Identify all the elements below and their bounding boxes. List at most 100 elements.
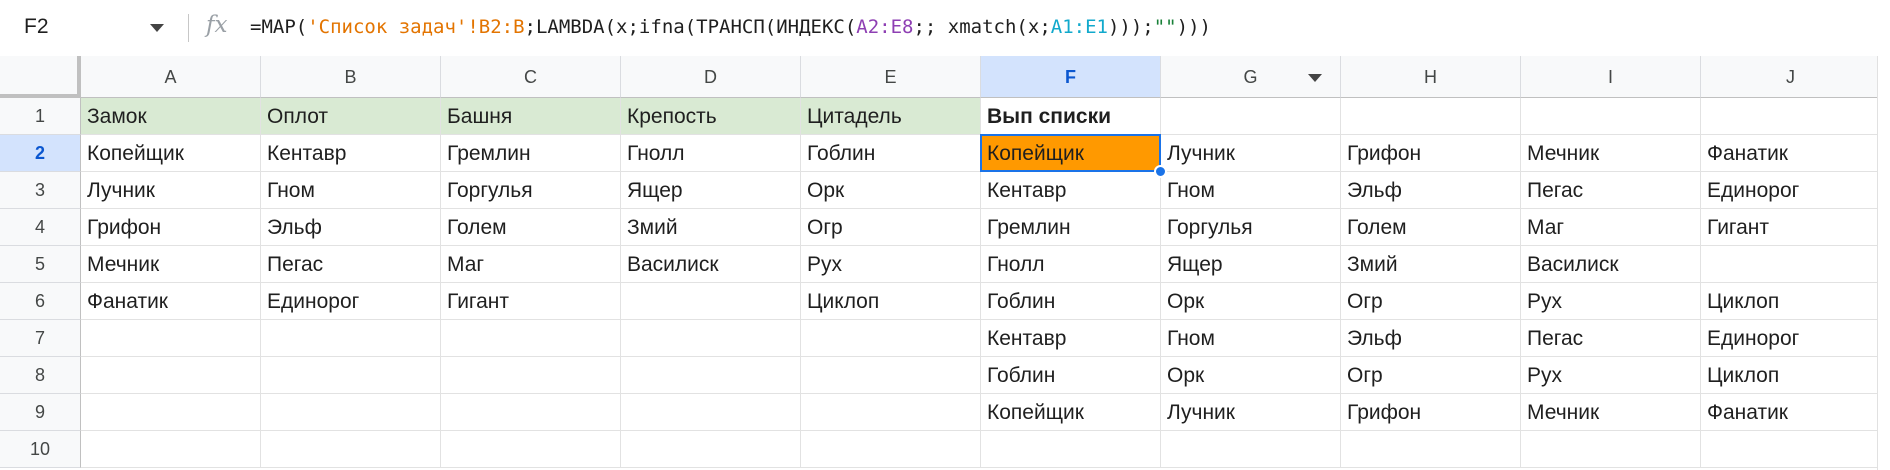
cell-j8[interactable]: Циклоп	[1701, 357, 1881, 394]
cell-a3[interactable]: Лучник	[81, 172, 261, 209]
cell-h1[interactable]	[1341, 98, 1521, 135]
cell-e6[interactable]: Циклоп	[801, 283, 981, 320]
cell-e2[interactable]: Гоблин	[801, 135, 981, 172]
cell-d4[interactable]: Змий	[621, 209, 801, 246]
cell-b9[interactable]	[261, 394, 441, 431]
cell-h6[interactable]: Огр	[1341, 283, 1521, 320]
cell-g7[interactable]: Гном	[1161, 320, 1341, 357]
cell-h9[interactable]: Грифон	[1341, 394, 1521, 431]
cell-j5[interactable]	[1701, 246, 1881, 283]
cell-b7[interactable]	[261, 320, 441, 357]
row-header-3[interactable]: 3	[0, 172, 81, 209]
cell-f4[interactable]: Гремлин	[981, 209, 1161, 246]
cell-a4[interactable]: Грифон	[81, 209, 261, 246]
cell-e5[interactable]: Рух	[801, 246, 981, 283]
cell-j3[interactable]: Единорог	[1701, 172, 1881, 209]
cell-b1[interactable]: Оплот	[261, 98, 441, 135]
row-header-4[interactable]: 4	[0, 209, 81, 246]
row-header-9[interactable]: 9	[0, 394, 81, 431]
column-header-b[interactable]: B	[261, 56, 441, 98]
cell-d10[interactable]	[621, 431, 801, 468]
cell-i2[interactable]: Мечник	[1521, 135, 1701, 172]
cell-c7[interactable]	[441, 320, 621, 357]
cell-a9[interactable]	[81, 394, 261, 431]
cell-f8[interactable]: Гоблин	[981, 357, 1161, 394]
cell-g8[interactable]: Орк	[1161, 357, 1341, 394]
vertical-scrollbar[interactable]	[1877, 56, 1890, 470]
name-box[interactable]: F2	[0, 0, 185, 56]
cell-d9[interactable]	[621, 394, 801, 431]
cell-f10[interactable]	[981, 431, 1161, 468]
cell-d7[interactable]	[621, 320, 801, 357]
cell-c6[interactable]: Гигант	[441, 283, 621, 320]
row-header-1[interactable]: 1	[0, 98, 81, 135]
cell-g4[interactable]: Горгулья	[1161, 209, 1341, 246]
cell-i3[interactable]: Пегас	[1521, 172, 1701, 209]
spreadsheet-grid[interactable]: A B C D E F G H I J 1 Замок Оплот Башня Крепость Цитаде…	[0, 56, 1890, 470]
cell-i7[interactable]: Пегас	[1521, 320, 1701, 357]
cell-j2[interactable]: Фанатик	[1701, 135, 1881, 172]
column-header-a[interactable]: A	[81, 56, 261, 98]
select-all-corner[interactable]	[0, 56, 81, 98]
row-header-8[interactable]: 8	[0, 357, 81, 394]
cell-a10[interactable]	[81, 431, 261, 468]
cell-j9[interactable]: Фанатик	[1701, 394, 1881, 431]
cell-h7[interactable]: Эльф	[1341, 320, 1521, 357]
cell-e3[interactable]: Орк	[801, 172, 981, 209]
cell-b8[interactable]	[261, 357, 441, 394]
cell-d6[interactable]	[621, 283, 801, 320]
cell-e10[interactable]	[801, 431, 981, 468]
cell-i5[interactable]: Василиск	[1521, 246, 1701, 283]
cell-c8[interactable]	[441, 357, 621, 394]
filter-dropdown-icon[interactable]	[1308, 74, 1322, 82]
cell-g3[interactable]: Гном	[1161, 172, 1341, 209]
cell-f2[interactable]: Копейщик	[981, 135, 1161, 172]
cell-c1[interactable]: Башня	[441, 98, 621, 135]
column-header-j[interactable]: J	[1701, 56, 1881, 98]
cell-b6[interactable]: Единорог	[261, 283, 441, 320]
cell-b2[interactable]: Кентавр	[261, 135, 441, 172]
cell-d5[interactable]: Василиск	[621, 246, 801, 283]
cell-d2[interactable]: Гнолл	[621, 135, 801, 172]
cell-i6[interactable]: Рух	[1521, 283, 1701, 320]
cell-h4[interactable]: Голем	[1341, 209, 1521, 246]
cell-a2[interactable]: Копейщик	[81, 135, 261, 172]
cell-h10[interactable]	[1341, 431, 1521, 468]
cell-d1[interactable]: Крепость	[621, 98, 801, 135]
cell-c4[interactable]: Голем	[441, 209, 621, 246]
cell-b10[interactable]	[261, 431, 441, 468]
cell-e9[interactable]	[801, 394, 981, 431]
column-header-g[interactable]: G	[1161, 56, 1341, 98]
row-header-6[interactable]: 6	[0, 283, 81, 320]
cell-c2[interactable]: Гремлин	[441, 135, 621, 172]
cell-f5[interactable]: Гнолл	[981, 246, 1161, 283]
cell-e1[interactable]: Цитадель	[801, 98, 981, 135]
row-header-10[interactable]: 10	[0, 431, 81, 468]
cell-g1[interactable]	[1161, 98, 1341, 135]
column-header-c[interactable]: C	[441, 56, 621, 98]
cell-j10[interactable]	[1701, 431, 1881, 468]
cell-d3[interactable]: Ящер	[621, 172, 801, 209]
chevron-down-icon[interactable]	[150, 24, 164, 32]
column-header-i[interactable]: I	[1521, 56, 1701, 98]
cell-f6[interactable]: Гоблин	[981, 283, 1161, 320]
column-header-h[interactable]: H	[1341, 56, 1521, 98]
cell-b4[interactable]: Эльф	[261, 209, 441, 246]
cell-e4[interactable]: Огр	[801, 209, 981, 246]
fill-handle[interactable]	[1154, 165, 1167, 178]
cell-i1[interactable]	[1521, 98, 1701, 135]
cell-g9[interactable]: Лучник	[1161, 394, 1341, 431]
cell-a1[interactable]: Замок	[81, 98, 261, 135]
cell-h5[interactable]: Змий	[1341, 246, 1521, 283]
cell-h2[interactable]: Грифон	[1341, 135, 1521, 172]
cell-f1[interactable]: Вып списки	[981, 98, 1161, 135]
cell-d8[interactable]	[621, 357, 801, 394]
cell-h8[interactable]: Огр	[1341, 357, 1521, 394]
cell-j6[interactable]: Циклоп	[1701, 283, 1881, 320]
row-header-5[interactable]: 5	[0, 246, 81, 283]
cell-h3[interactable]: Эльф	[1341, 172, 1521, 209]
row-header-2[interactable]: 2	[0, 135, 81, 172]
cell-f3[interactable]: Кентавр	[981, 172, 1161, 209]
cell-g6[interactable]: Орк	[1161, 283, 1341, 320]
cell-e8[interactable]	[801, 357, 981, 394]
